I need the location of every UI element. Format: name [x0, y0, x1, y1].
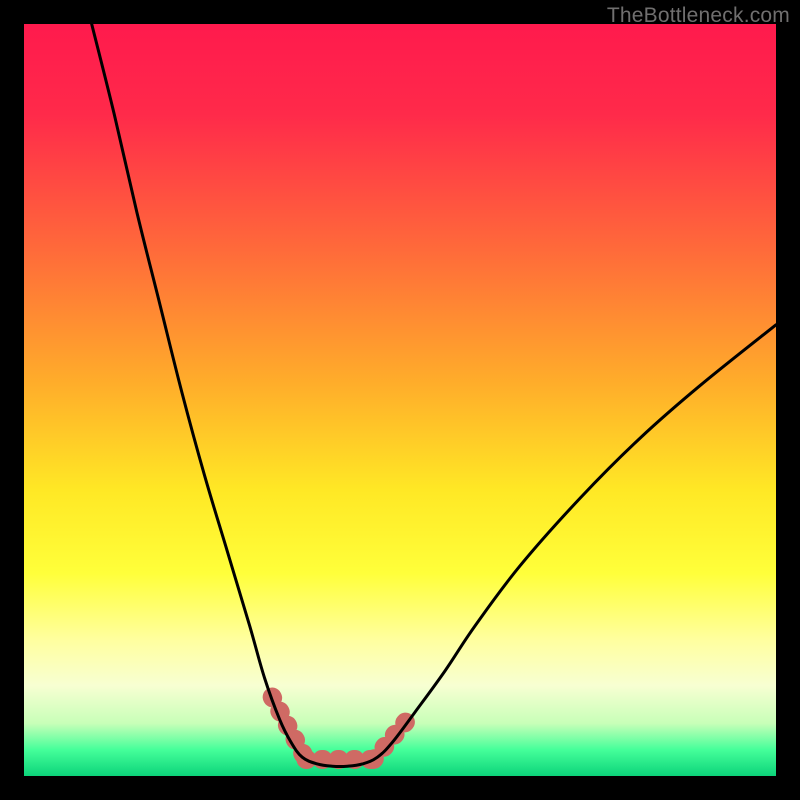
- watermark-text: TheBottleneck.com: [607, 4, 790, 28]
- gradient-background: [24, 24, 776, 776]
- bottleneck-chart: [24, 24, 776, 776]
- chart-frame: [24, 24, 776, 776]
